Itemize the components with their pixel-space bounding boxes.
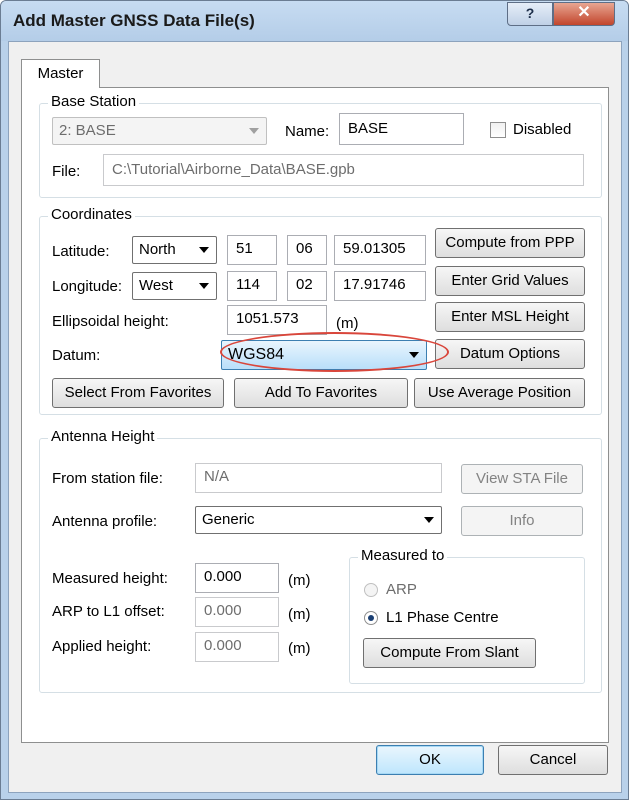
ellipsoidal-height-label: Ellipsoidal height:	[52, 313, 169, 330]
help-button[interactable]: ?	[507, 2, 553, 26]
arp-offset-label: ARP to L1 offset:	[52, 603, 165, 620]
title-bar[interactable]: Add Master GNSS Data File(s) ? ✕	[1, 1, 628, 41]
station-select[interactable]: 2: BASE	[52, 117, 267, 145]
antenna-profile-label: Antenna profile:	[52, 513, 158, 530]
chevron-down-icon	[424, 517, 434, 523]
name-label: Name:	[285, 123, 330, 140]
latitude-label: Latitude:	[52, 243, 110, 260]
name-input[interactable]: BASE	[339, 113, 464, 145]
disabled-checkbox[interactable]	[490, 122, 506, 138]
datum-label: Datum:	[52, 347, 101, 364]
latitude-direction-select[interactable]: North	[132, 236, 217, 264]
arp-radio-label: ARP	[386, 581, 417, 598]
ok-button[interactable]: OK	[376, 745, 484, 775]
latitude-degrees-input[interactable]: 51	[227, 235, 277, 265]
enter-msl-height-button[interactable]: Enter MSL Height	[435, 302, 585, 332]
chevron-down-icon	[249, 128, 259, 134]
compute-from-slant-button[interactable]: Compute From Slant	[363, 638, 536, 668]
tab-panel-master: Base Station 2: BASE Name: BASE Disabled…	[21, 87, 609, 743]
measured-to-group-label: Measured to	[358, 547, 448, 564]
disabled-label: Disabled	[513, 121, 572, 138]
longitude-label: Longitude:	[52, 278, 123, 295]
window-title: Add Master GNSS Data File(s)	[13, 11, 255, 30]
compute-from-ppp-button[interactable]: Compute from PPP	[435, 228, 585, 258]
l1-phase-centre-label: L1 Phase Centre	[386, 609, 499, 626]
longitude-direction-select[interactable]: West	[132, 272, 217, 300]
file-path-field[interactable]: C:\Tutorial\Airborne_Data\BASE.gpb	[103, 154, 584, 186]
measured-height-unit: (m)	[288, 572, 311, 589]
latitude-seconds-input[interactable]: 59.01305	[334, 235, 426, 265]
dialog-window: Add Master GNSS Data File(s) ? ✕ Master …	[0, 0, 629, 800]
applied-height-field: 0.000	[195, 632, 279, 662]
applied-height-label: Applied height:	[52, 638, 152, 655]
use-average-position-button[interactable]: Use Average Position	[414, 378, 585, 408]
antenna-height-group-label: Antenna Height	[48, 428, 158, 445]
enter-grid-values-button[interactable]: Enter Grid Values	[435, 266, 585, 296]
tab-master[interactable]: Master	[21, 59, 100, 88]
base-station-group-label: Base Station	[48, 93, 140, 110]
latitude-minutes-input[interactable]: 06	[287, 235, 327, 265]
arp-radio[interactable]	[364, 583, 378, 597]
add-to-favorites-button[interactable]: Add To Favorites	[234, 378, 408, 408]
measured-height-input[interactable]: 0.000	[195, 563, 279, 593]
longitude-seconds-input[interactable]: 17.91746	[334, 271, 426, 301]
datum-options-button[interactable]: Datum Options	[435, 339, 585, 369]
view-sta-file-button[interactable]: View STA File	[461, 464, 583, 494]
applied-height-unit: (m)	[288, 640, 311, 657]
longitude-minutes-input[interactable]: 02	[287, 271, 327, 301]
longitude-degrees-input[interactable]: 114	[227, 271, 277, 301]
info-button[interactable]: Info	[461, 506, 583, 536]
arp-offset-field: 0.000	[195, 597, 279, 627]
close-button[interactable]: ✕	[553, 2, 615, 26]
station-file-field: N/A	[195, 463, 442, 493]
ellipsoidal-height-input[interactable]: 1051.573	[227, 305, 327, 335]
chevron-down-icon	[199, 247, 209, 253]
antenna-profile-select[interactable]: Generic	[195, 506, 442, 534]
dialog-client: Master Base Station 2: BASE Name: BASE D…	[8, 41, 622, 793]
cancel-button[interactable]: Cancel	[498, 745, 608, 775]
datum-highlight-ellipse	[220, 332, 449, 372]
select-from-favorites-button[interactable]: Select From Favorites	[52, 378, 224, 408]
l1-phase-centre-radio[interactable]	[364, 611, 378, 625]
file-label: File:	[52, 163, 81, 180]
arp-offset-unit: (m)	[288, 606, 311, 623]
measured-height-label: Measured height:	[52, 570, 168, 587]
chevron-down-icon	[199, 283, 209, 289]
station-file-label: From station file:	[52, 470, 163, 487]
coordinates-group-label: Coordinates	[48, 206, 135, 223]
ellipsoidal-height-unit: (m)	[336, 315, 359, 332]
